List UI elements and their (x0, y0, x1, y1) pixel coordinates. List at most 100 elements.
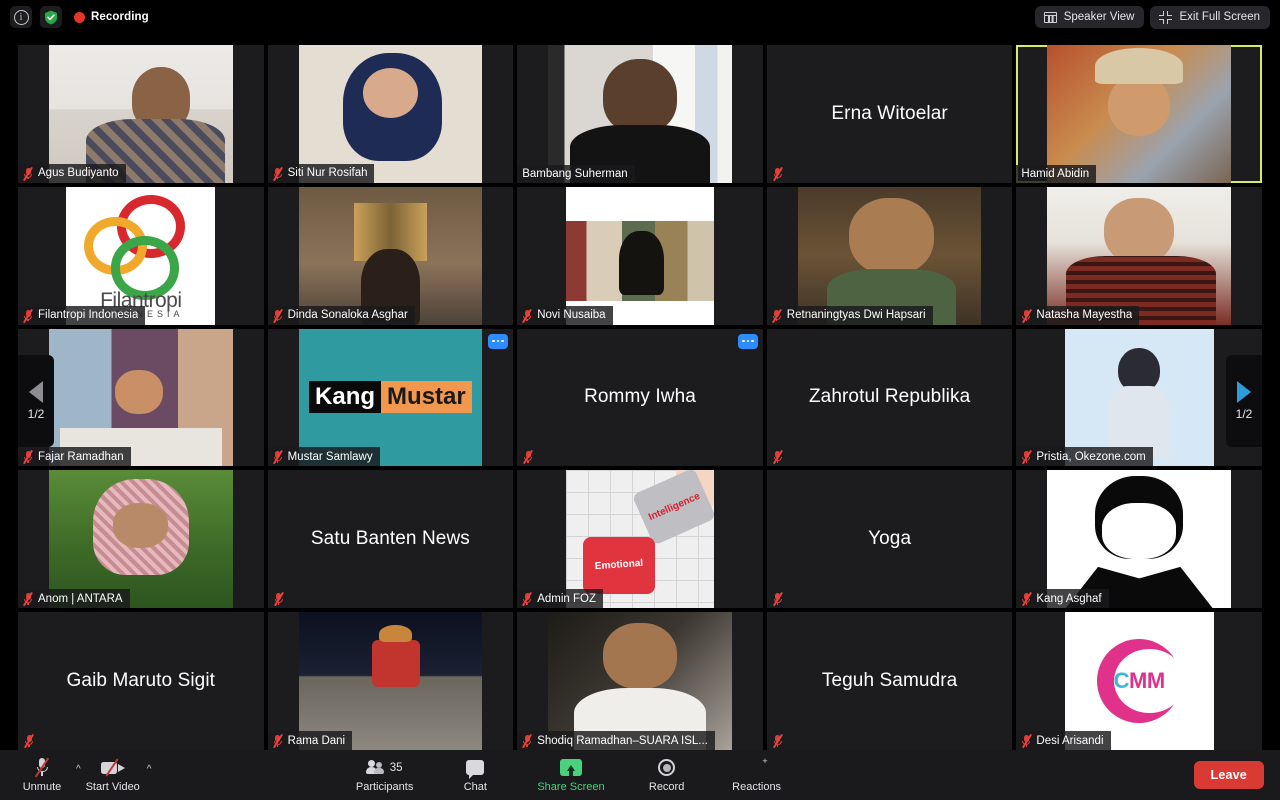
unmute-button[interactable]: Unmute (14, 757, 70, 793)
record-icon-wrap (658, 758, 676, 778)
participant-tile[interactable]: Agus Budiyanto (18, 45, 264, 183)
participant-tile[interactable]: Satu Banten News (267, 470, 514, 609)
participant-tile[interactable]: Gaib Maruto Sigit (18, 612, 264, 750)
participant-video (548, 612, 732, 750)
participant-tile[interactable]: Hamid Abidin (1016, 45, 1262, 183)
page-indicator-right: 1/2 (1235, 407, 1253, 421)
page-indicator-left: 1/2 (27, 407, 45, 421)
chevron-right-icon (1237, 381, 1251, 403)
participant-video: Intelligence Emotional (565, 470, 715, 609)
participant-video-still (548, 612, 732, 750)
people-icon (365, 760, 389, 775)
share-screen-icon (559, 759, 582, 776)
muted-microphone-icon (522, 591, 533, 607)
participant-name-placeholder: Rommy Iwha (584, 386, 696, 408)
participant-tile[interactable]: Zahrotul Republika (766, 328, 1013, 467)
share-icon-wrap (559, 758, 582, 778)
participant-video-still (298, 186, 483, 325)
tile-more-options-button[interactable] (488, 333, 509, 349)
participant-name-label: Retnaningtyas Dwi Hapsari (786, 309, 926, 322)
participant-video (797, 186, 982, 325)
participant-tile[interactable]: Natasha Mayestha (1016, 186, 1262, 325)
reactions-button[interactable]: + Reactions (729, 756, 785, 793)
muted-microphone-icon (273, 591, 284, 607)
participant-tile[interactable]: Rama Dani (267, 612, 514, 750)
muted-microphone-icon (1021, 308, 1032, 323)
share-screen-label: Share Screen (537, 780, 605, 793)
participant-tile[interactable]: Shodiq Ramadhan–SUARA ISL... (517, 612, 763, 750)
participants-button[interactable]: 35 Participants (356, 758, 413, 793)
participant-mute-indicator (767, 731, 790, 750)
info-icon: i (13, 9, 29, 25)
participant-name-placeholder: Gaib Maruto Sigit (66, 670, 216, 692)
audio-options-caret-icon[interactable]: ^ (76, 764, 81, 775)
muted-microphone-icon (522, 733, 533, 749)
previous-page-button[interactable]: 1/2 (18, 355, 54, 447)
participant-tile[interactable]: Retnaningtyas Dwi Hapsari (766, 186, 1013, 325)
security-status-button[interactable] (40, 6, 62, 28)
muted-microphone-icon (23, 166, 33, 182)
participant-tile[interactable]: Yoga (766, 470, 1013, 609)
start-video-button[interactable]: Start Video (85, 758, 141, 793)
participant-tile[interactable]: Erna Witoelar (766, 45, 1013, 183)
participant-tile[interactable]: FilantropiINDONESIAFilantropi Indonesia (18, 186, 264, 325)
filantropi-logo: FilantropiINDONESIA (66, 186, 216, 325)
participant-video (1047, 45, 1232, 183)
participant-name-label: Siti Nur Rosifah (287, 167, 368, 180)
meeting-info-button[interactable]: i (10, 6, 32, 28)
share-screen-button[interactable]: Share Screen (537, 758, 605, 793)
participant-name-bar: Dinda Sonaloka Asghar (267, 305, 415, 325)
muted-microphone-icon (272, 308, 283, 323)
participant-tile[interactable]: Rommy Iwha (517, 328, 763, 467)
participant-mute-indicator (18, 731, 41, 750)
participant-tile[interactable]: Fajar Ramadhan (18, 328, 264, 467)
participant-tile[interactable]: Kang Mustar Mustar Samlawy (267, 328, 514, 467)
chat-button[interactable]: Chat (447, 758, 503, 793)
participant-name-label: Anom | ANTARA (38, 592, 123, 605)
participant-video (565, 186, 715, 325)
participant-video-still (1047, 186, 1232, 325)
participant-tile[interactable]: Siti Nur Rosifah (267, 45, 514, 183)
participant-video-still (1064, 328, 1214, 467)
participant-name-bar: Natasha Mayestha (1016, 305, 1140, 325)
participant-name-bar: Hamid Abidin (1016, 164, 1097, 183)
participant-tile[interactable]: Kang Asghaf (1016, 470, 1262, 609)
record-circle-icon (658, 759, 676, 776)
recording-dot-icon (74, 11, 85, 23)
participant-tile[interactable]: Teguh Samudra (766, 612, 1013, 750)
participants-count: 35 (389, 761, 403, 774)
participant-tile[interactable]: Intelligence Emotional Admin FOZ (517, 470, 763, 609)
participant-video (298, 186, 483, 325)
record-button[interactable]: Record (639, 758, 695, 793)
participant-name-label: Fajar Ramadhan (38, 450, 124, 463)
participant-name-label: Rama Dani (287, 734, 346, 747)
start-video-label: Start Video (85, 780, 140, 793)
participant-mute-indicator (767, 589, 790, 608)
participant-tile[interactable]: Dinda Sonaloka Asghar (267, 186, 514, 325)
speaker-view-button[interactable]: Speaker View (1034, 6, 1145, 28)
muted-microphone-icon (23, 591, 33, 607)
av-controls-group: Unmute ^ Start Video ^ (0, 757, 152, 793)
video-options-caret-icon[interactable]: ^ (147, 764, 152, 775)
leave-meeting-button[interactable]: Leave (1193, 761, 1264, 789)
participant-video-still (565, 186, 715, 325)
tile-more-options-button[interactable] (737, 333, 758, 349)
participant-video: FilantropiINDONESIA (66, 186, 216, 325)
participant-video (48, 45, 233, 183)
participant-name-bar: Kang Asghaf (1016, 589, 1109, 609)
recording-indicator[interactable]: Recording (74, 11, 149, 23)
participant-tile[interactable]: Anom | ANTARA (18, 470, 264, 609)
participant-tile[interactable]: Bambang Suherman (517, 45, 763, 183)
muted-microphone-icon (1021, 450, 1032, 465)
muted-microphone-icon (272, 733, 283, 749)
participant-name-label: Dinda Sonaloka Asghar (287, 309, 408, 322)
participant-tile[interactable]: CMM Desi Arisandi (1016, 612, 1262, 750)
puzzle-label-emotional: Emotional (594, 558, 644, 573)
participant-name-bar: Retnaningtyas Dwi Hapsari (766, 305, 933, 325)
microphone-muted-icon (34, 757, 50, 778)
participant-tile[interactable]: Novi Nusaiba (517, 186, 763, 325)
unmute-label: Unmute (22, 780, 62, 793)
next-page-button[interactable]: 1/2 (1226, 355, 1262, 447)
muted-microphone-icon (1021, 591, 1032, 607)
exit-full-screen-button[interactable]: Exit Full Screen (1150, 5, 1270, 29)
